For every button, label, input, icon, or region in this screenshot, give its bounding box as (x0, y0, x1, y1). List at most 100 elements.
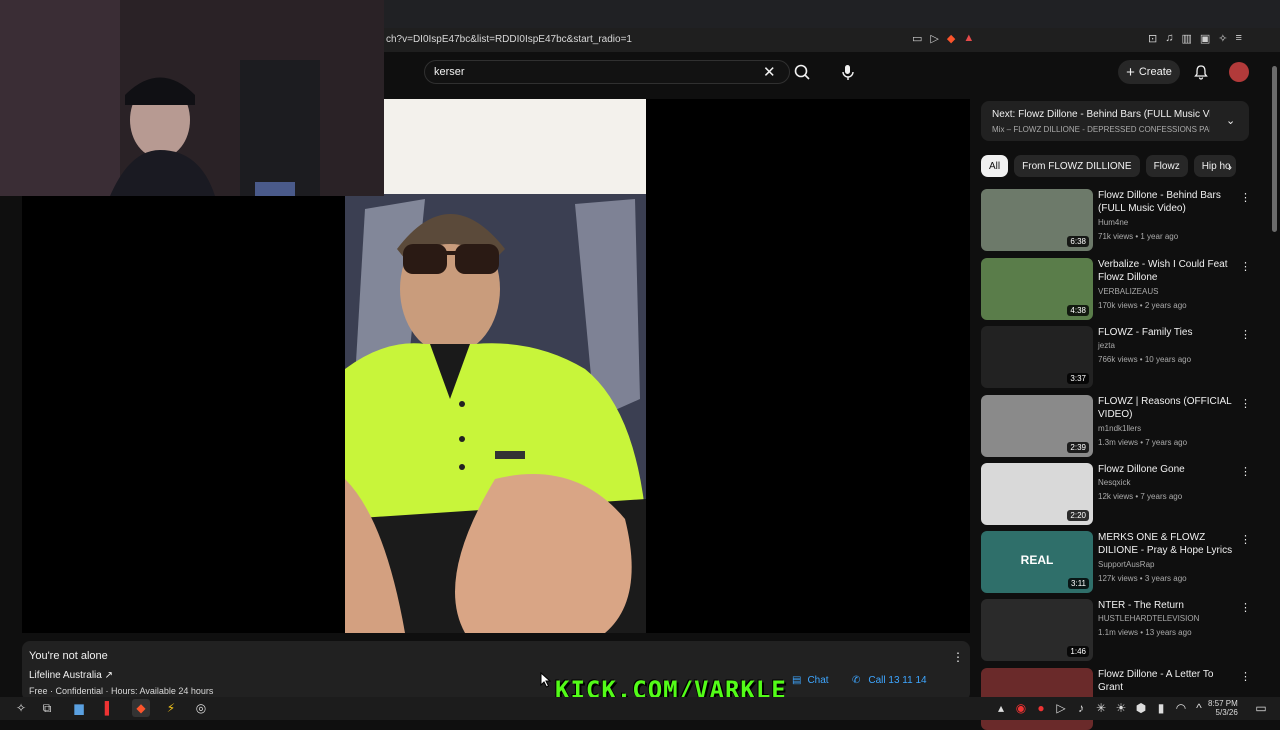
create-button[interactable]: + Create (1118, 60, 1180, 84)
video-thumbnail[interactable]: REAL 3:11 (981, 531, 1093, 593)
chevron-down-icon[interactable]: ⌄ (1226, 114, 1235, 127)
duration-badge: 3:37 (1067, 373, 1089, 384)
recommendation-meta: 127k views • 3 years ago (1098, 574, 1187, 583)
more-options-icon[interactable]: ⋮ (1240, 670, 1251, 683)
search-icon[interactable] (792, 62, 814, 84)
mic-tray-icon[interactable]: ▮ (1152, 699, 1170, 717)
ai-icon[interactable]: ✧ (1218, 32, 1227, 48)
brave-icon[interactable]: ◆ (132, 699, 150, 717)
more-options-icon[interactable]: ⋮ (1240, 465, 1251, 478)
start-icon[interactable]: ✧ (12, 699, 30, 717)
duration-badge: 2:20 (1067, 510, 1089, 521)
call-button[interactable]: ✆ Call 13 11 14 (852, 675, 927, 686)
shield-icon[interactable]: ⬢ (1132, 699, 1150, 717)
recommendation-item[interactable]: 1:46 NTER - The Return HUSTLEHARDTELEVISIO… (981, 599, 1251, 661)
recommendation-title[interactable]: Flowz Dillone - A Letter To Grant (1098, 668, 1238, 694)
recommendation-channel[interactable]: Nesqxick (1098, 478, 1130, 487)
duration-badge: 4:38 (1067, 305, 1089, 316)
chip-from-channel[interactable]: From FLOWZ DILLIONE (1014, 155, 1140, 177)
duration-badge: 1:46 (1067, 646, 1089, 657)
rewards-icon[interactable]: ▲ (963, 32, 974, 48)
video-thumbnail[interactable]: 3:37 (981, 326, 1093, 388)
account-avatar[interactable] (1229, 62, 1249, 82)
play-tray-icon[interactable]: ▷ (1052, 699, 1070, 717)
recommendation-channel[interactable]: VERBALIZEAUS (1098, 287, 1158, 296)
recommendation-item[interactable]: REAL 3:11 MERKS ONE & FLOWZ DILIONE - Pray… (981, 531, 1251, 593)
video-thumbnail[interactable]: 2:39 (981, 395, 1093, 457)
tray-icon-2[interactable]: ◉ (1012, 699, 1030, 717)
recommendation-channel[interactable]: SupportAusRap (1098, 560, 1154, 569)
record-icon[interactable]: ● (1032, 699, 1050, 717)
video-thumbnail[interactable]: 6:38 (981, 189, 1093, 251)
tray-icon-1[interactable]: ▴ (992, 699, 1010, 717)
chevron-right-icon[interactable]: › (1228, 160, 1232, 174)
app-icon-red[interactable]: ▌ (100, 699, 118, 717)
recommendation-title[interactable]: MERKS ONE & FLOWZ DILIONE - Pray & Hope … (1098, 531, 1238, 557)
plus-icon: + (1126, 63, 1135, 81)
cast-icon[interactable]: ▭ (912, 32, 922, 48)
more-options-icon[interactable]: ⋮ (1240, 191, 1251, 204)
menu-icon[interactable]: ≡ (1236, 32, 1242, 48)
chat-button[interactable]: ▤ Chat (792, 675, 829, 686)
video-thumbnail[interactable]: 1:46 (981, 599, 1093, 661)
duration-badge: 6:38 (1067, 236, 1089, 247)
recommendation-channel[interactable]: m1ndk1llers (1098, 424, 1141, 433)
scrollbar[interactable] (1272, 66, 1277, 232)
recommendation-channel[interactable]: HUSTLEHARDTELEVISION (1098, 614, 1199, 623)
recommendation-channel[interactable]: jezta (1098, 341, 1115, 350)
recommendation-channel[interactable]: Hum4ne (1098, 218, 1128, 227)
notification-center-icon[interactable]: ▭ (1252, 699, 1270, 717)
recommendation-item[interactable]: 4:38 Verbalize - Wish I Could Feat Flowz … (981, 258, 1251, 320)
recommendation-meta: 1.3m views • 7 years ago (1098, 438, 1188, 447)
clear-search-icon[interactable]: ✕ (763, 63, 776, 81)
wallet-icon[interactable]: ▣ (1200, 32, 1210, 48)
volume-icon[interactable]: ♪ (1072, 699, 1090, 717)
media-icon[interactable]: ♫ (1165, 32, 1173, 48)
obs-icon[interactable]: ◎ (192, 699, 210, 717)
duration-badge: 2:39 (1067, 442, 1089, 453)
recommendation-item[interactable]: 3:37 FLOWZ - Family Ties jezta 766k views •… (981, 326, 1251, 388)
panel-more-icon[interactable]: ⋮ (952, 650, 964, 664)
recommendation-title[interactable]: Flowz Dillone - Behind Bars (FULL Music … (1098, 189, 1238, 215)
next-up-box[interactable] (981, 101, 1249, 141)
task-view-icon[interactable]: ⧉ (38, 699, 56, 717)
tray-chevron-icon[interactable]: ^ (1190, 699, 1208, 717)
more-options-icon[interactable]: ⋮ (1240, 397, 1251, 410)
sidebar-icon[interactable]: ▥ (1181, 32, 1191, 48)
play-icon[interactable]: ▷ (930, 32, 938, 48)
video-thumbnail[interactable]: 4:38 (981, 258, 1093, 320)
clock-date: 5/3/26 (1215, 708, 1238, 717)
clock[interactable]: 8:57 PM 5/3/26 (1208, 699, 1238, 717)
video-frame[interactable] (345, 99, 646, 633)
recommendation-item[interactable]: 2:20 Flowz Dillone Gone Nesqxick 12k views … (981, 463, 1251, 525)
recommendation-title[interactable]: NTER - The Return (1098, 599, 1238, 612)
microphone-icon[interactable] (838, 62, 858, 82)
chip-all[interactable]: All (981, 155, 1009, 177)
brave-shield-icon[interactable]: ◆ (947, 32, 955, 48)
address-bar-actions: ▭ ▷ ◆ ▲ (912, 32, 974, 48)
chip-flowz[interactable]: Flowz (1145, 155, 1188, 177)
tab-search-icon[interactable]: ⊡ (1148, 32, 1157, 48)
recommendation-title[interactable]: FLOWZ | Reasons (OFFICIAL VIDEO) (1098, 395, 1238, 421)
address-url[interactable]: ch?v=DI0IspE47bc&list=RDDI0IspE47bc&star… (386, 34, 632, 45)
more-options-icon[interactable]: ⋮ (1240, 260, 1251, 273)
wifi-icon[interactable]: ◠ (1172, 699, 1190, 717)
recommendation-title[interactable]: Flowz Dillone Gone (1098, 463, 1238, 476)
more-options-icon[interactable]: ⋮ (1240, 533, 1251, 546)
network-icon[interactable]: ✳ (1092, 699, 1110, 717)
notifications-icon[interactable] (1193, 64, 1209, 83)
video-thumbnail[interactable]: 2:20 (981, 463, 1093, 525)
recommendation-item[interactable]: 6:38 Flowz Dillone - Behind Bars (FULL Mu… (981, 189, 1251, 251)
brightness-icon[interactable]: ☀ (1112, 699, 1130, 717)
file-explorer-icon[interactable]: ▆ (70, 699, 88, 717)
help-org-link[interactable]: Lifeline Australia ↗ (29, 670, 113, 681)
recommendation-title[interactable]: Verbalize - Wish I Could Feat Flowz Dill… (1098, 258, 1238, 284)
more-options-icon[interactable]: ⋮ (1240, 328, 1251, 341)
search-input[interactable] (424, 60, 790, 84)
recommendation-title[interactable]: FLOWZ - Family Ties (1098, 326, 1238, 339)
bolt-icon[interactable]: ⚡ (162, 699, 180, 717)
more-options-icon[interactable]: ⋮ (1240, 601, 1251, 614)
webcam-overlay (0, 0, 384, 196)
recommendation-meta: 1.1m views • 13 years ago (1098, 628, 1192, 637)
recommendation-item[interactable]: 2:39 FLOWZ | Reasons (OFFICIAL VIDEO) m1nd… (981, 395, 1251, 457)
